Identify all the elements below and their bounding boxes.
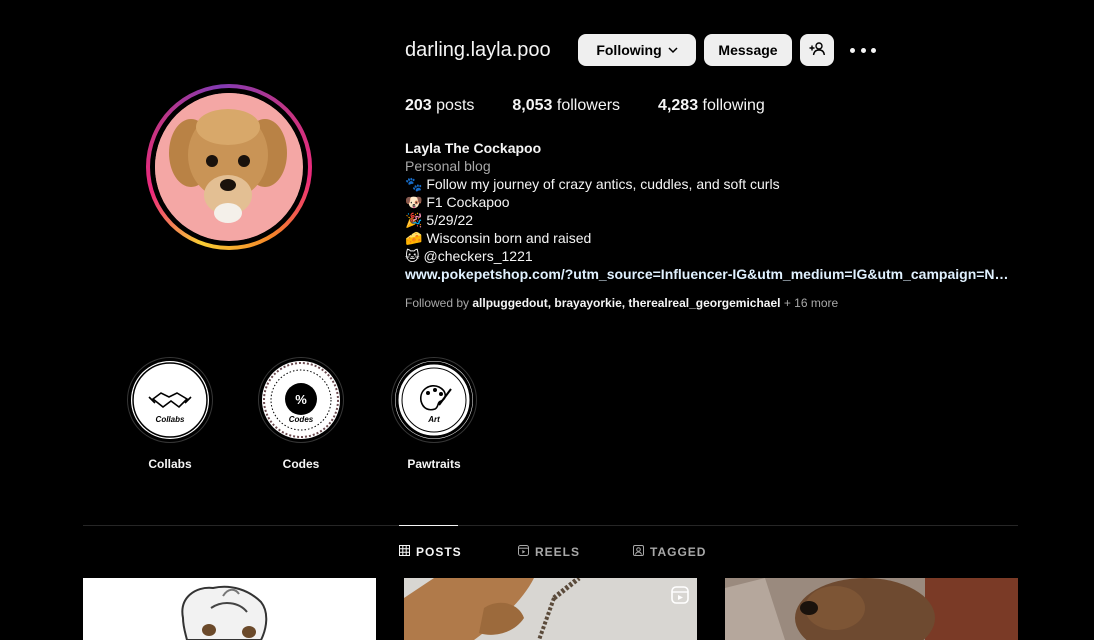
highlight-cover-text: Collabs [156, 415, 185, 424]
reels-icon [518, 545, 529, 559]
following-button[interactable]: Following [578, 34, 696, 66]
followed-by[interactable]: Followed by allpuggedout, brayayorkie, t… [405, 296, 838, 310]
grid-icon [399, 545, 410, 559]
highlight-cover-text: Codes [289, 415, 314, 424]
add-user-icon [809, 41, 825, 60]
tab-label: REELS [535, 545, 581, 559]
followers-label: followers [556, 97, 621, 114]
following-count: 4,283 [658, 97, 699, 114]
tab-tagged[interactable]: TAGGED [633, 545, 706, 559]
message-button[interactable]: Message [704, 34, 792, 66]
tabs-divider [83, 525, 1018, 526]
bio-line: 🐾 Follow my journey of crazy antics, cud… [405, 176, 780, 192]
highlight-codes[interactable]: % Codes Codes [257, 357, 345, 471]
profile-username: darling.layla.poo [405, 39, 551, 61]
bio-line: 🎉 5/29/22 [405, 212, 474, 228]
highlight-collabs[interactable]: Collabs Collabs [126, 357, 214, 471]
bio-mention-line[interactable]: 🐱 @checkers_1221 [405, 247, 1025, 265]
followers-count: 8,053 [512, 97, 553, 114]
highlight-pawtraits[interactable]: Art Pawtraits [390, 357, 478, 471]
percent-icon: % Codes [262, 361, 340, 439]
profile-display-name: Layla The Cockapoo [405, 140, 542, 156]
posts-label: posts [436, 97, 475, 114]
svg-text:%: % [295, 392, 307, 407]
more-options-icon[interactable] [850, 40, 876, 60]
profile-bio: Layla The Cockapoo Personal blog 🐾 Follo… [405, 139, 1025, 283]
suggested-users-button[interactable] [800, 34, 834, 66]
chevron-down-icon [668, 42, 678, 58]
reel-indicator-icon [671, 586, 689, 609]
highlight-label: Codes [282, 457, 320, 471]
bio-line: 🐶 F1 Cockapoo [405, 194, 510, 210]
post-thumbnail[interactable] [83, 578, 376, 640]
message-button-label: Message [718, 42, 778, 58]
highlight-cover-text: Art [427, 415, 440, 424]
post-thumbnail[interactable] [404, 578, 697, 640]
avatar-photo [155, 93, 303, 241]
profile-avatar[interactable] [146, 84, 312, 250]
palette-icon: Art [395, 361, 473, 439]
posts-stat: 203 posts [405, 97, 474, 115]
tab-label: TAGGED [650, 545, 707, 559]
tagged-icon [633, 545, 644, 559]
followed-by-prefix: Followed by [405, 296, 470, 310]
following-stat-label: following [702, 97, 765, 114]
profile-stats: 203 posts 8,053 followers 4,283 followin… [405, 97, 765, 115]
bio-website-link[interactable]: www.pokepetshop.com/?utm_source=Influenc… [405, 265, 1017, 283]
post-thumbnail[interactable] [725, 578, 1018, 640]
highlight-label: Pawtraits [407, 457, 461, 471]
highlight-label: Collabs [148, 457, 192, 471]
followed-by-more: + 16 more [783, 296, 839, 310]
active-tab-indicator [399, 525, 458, 526]
bio-line: 🧀 Wisconsin born and raised [405, 230, 592, 246]
followers-stat[interactable]: 8,053 followers [512, 97, 620, 115]
tab-reels[interactable]: REELS [518, 545, 580, 559]
followed-by-names: allpuggedout, brayayorkie, therealreal_g… [472, 296, 781, 310]
tab-label: POSTS [416, 545, 462, 559]
following-button-label: Following [596, 42, 662, 58]
following-stat[interactable]: 4,283 following [658, 97, 765, 115]
tab-posts[interactable]: POSTS [399, 545, 462, 559]
handshake-icon: Collabs [131, 361, 209, 439]
profile-category: Personal blog [405, 158, 491, 174]
posts-count: 203 [405, 97, 432, 114]
